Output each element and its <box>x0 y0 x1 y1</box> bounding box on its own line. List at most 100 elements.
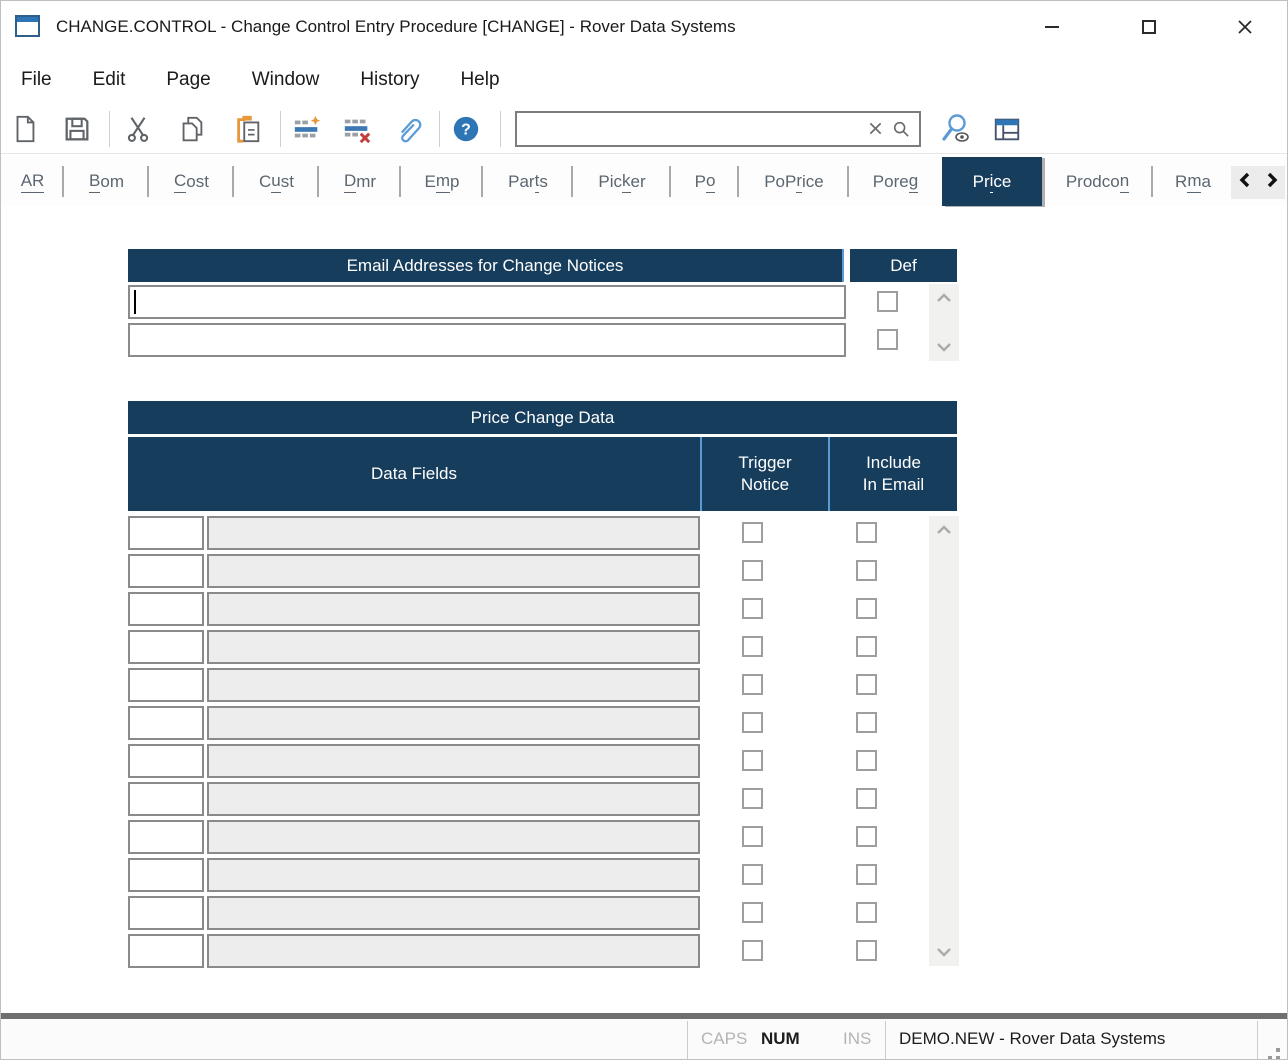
trigger-notice-checkbox[interactable] <box>742 788 763 809</box>
price-table-header: Price Change Data <box>128 401 957 434</box>
close-button[interactable] <box>1216 1 1274 53</box>
include-in-email-checkbox[interactable] <box>856 750 877 771</box>
data-field-code-input[interactable] <box>128 668 204 702</box>
data-field-code-input[interactable] <box>128 516 204 550</box>
include-in-email-checkbox[interactable] <box>856 636 877 657</box>
tab-po[interactable]: Po <box>671 157 739 206</box>
insert-row-button[interactable] <box>291 112 323 146</box>
trigger-notice-checkbox[interactable] <box>742 522 763 543</box>
include-in-email-checkbox[interactable] <box>856 712 877 733</box>
status-message: DEMO.NEW - Rover Data Systems <box>899 1019 1165 1060</box>
search-icon[interactable] <box>892 120 910 138</box>
menu-edit[interactable]: Edit <box>93 69 126 91</box>
include-in-email-checkbox[interactable] <box>856 788 877 809</box>
scroll-up-icon[interactable] <box>936 525 952 535</box>
trigger-notice-checkbox[interactable] <box>742 750 763 771</box>
menu-page[interactable]: Page <box>166 69 210 91</box>
paste-button[interactable] <box>232 112 264 146</box>
tab-prodcon[interactable]: Prodcon <box>1042 157 1153 206</box>
tab-cost[interactable]: Cost <box>149 157 234 206</box>
data-field-code-input[interactable] <box>128 554 204 588</box>
delete-row-button[interactable] <box>341 112 373 146</box>
data-field-code-input[interactable] <box>128 592 204 626</box>
include-in-email-checkbox[interactable] <box>856 560 877 581</box>
trigger-notice-checkbox[interactable] <box>742 598 763 619</box>
clear-search-icon[interactable] <box>868 121 883 136</box>
include-in-email-checkbox[interactable] <box>856 864 877 885</box>
def-checkbox[interactable] <box>877 291 898 312</box>
tab-poreg[interactable]: Poreg <box>849 157 942 206</box>
menu-history[interactable]: History <box>360 69 419 91</box>
scroll-down-icon[interactable] <box>936 342 952 352</box>
include-in-email-checkbox[interactable] <box>856 826 877 847</box>
price-grid-row <box>128 858 929 896</box>
tab-dmr[interactable]: Dmr <box>319 157 401 206</box>
tab-label: k <box>622 171 631 193</box>
window-icon[interactable] <box>15 15 40 37</box>
cut-button[interactable] <box>122 112 154 146</box>
new-document-button[interactable] <box>9 112 41 146</box>
price-grid-row <box>128 630 929 668</box>
email-address-input[interactable] <box>128 285 846 319</box>
data-field-description <box>207 744 700 778</box>
tab-label: g <box>909 171 918 193</box>
menu-window[interactable]: Window <box>252 69 320 91</box>
data-field-code-input[interactable] <box>128 934 204 968</box>
cut-icon <box>123 114 153 144</box>
copy-button[interactable] <box>176 112 208 146</box>
email-address-input[interactable] <box>128 323 846 357</box>
data-field-code-input[interactable] <box>128 630 204 664</box>
maximize-button[interactable] <box>1120 1 1178 53</box>
trigger-notice-checkbox[interactable] <box>742 864 763 885</box>
tab-price[interactable]: Price <box>942 157 1042 206</box>
tab-parts[interactable]: Parts <box>483 157 573 206</box>
include-in-email-checkbox[interactable] <box>856 522 877 543</box>
scroll-down-icon[interactable] <box>936 947 952 957</box>
record-lookup-button[interactable] <box>939 112 971 146</box>
data-field-code-input[interactable] <box>128 706 204 740</box>
save-button[interactable] <box>61 112 93 146</box>
def-checkbox[interactable] <box>877 329 898 350</box>
tab-picker[interactable]: Picker <box>573 157 671 206</box>
menu-file[interactable]: File <box>21 69 52 91</box>
trigger-notice-checkbox[interactable] <box>742 902 763 923</box>
trigger-notice-checkbox[interactable] <box>742 826 763 847</box>
tab-poprice[interactable]: PoPrice <box>739 157 849 206</box>
help-button[interactable]: ? <box>450 112 482 146</box>
trigger-notice-checkbox[interactable] <box>742 940 763 961</box>
data-field-description <box>207 630 700 664</box>
trigger-label-line1: Trigger <box>738 452 791 474</box>
tab-rma[interactable]: Rma <box>1153 157 1233 206</box>
include-in-email-checkbox[interactable] <box>856 598 877 619</box>
chevron-left-icon <box>1238 172 1252 188</box>
tab-bom[interactable]: Bom <box>64 157 149 206</box>
tab-label: B <box>89 171 100 193</box>
trigger-notice-checkbox[interactable] <box>742 674 763 695</box>
svg-text:?: ? <box>461 121 471 138</box>
attachment-button[interactable] <box>393 112 425 146</box>
tab-emp[interactable]: Emp <box>401 157 483 206</box>
minimize-button[interactable] <box>1023 1 1081 53</box>
toolbar-separator <box>439 111 440 147</box>
include-in-email-checkbox[interactable] <box>856 940 877 961</box>
scroll-up-icon[interactable] <box>936 293 952 303</box>
layout-button[interactable] <box>991 112 1023 146</box>
tab-ar[interactable]: AR <box>1 157 64 206</box>
tab-label: n <box>1120 171 1129 193</box>
resize-grip[interactable] <box>1276 1048 1280 1052</box>
trigger-notice-checkbox[interactable] <box>742 636 763 657</box>
data-field-code-input[interactable] <box>128 782 204 816</box>
trigger-notice-checkbox[interactable] <box>742 712 763 733</box>
data-field-code-input[interactable] <box>128 896 204 930</box>
search-input[interactable] <box>517 113 868 145</box>
data-field-code-input[interactable] <box>128 744 204 778</box>
menu-help[interactable]: Help <box>460 69 499 91</box>
scroll-tabs-left-button[interactable] <box>1238 172 1252 193</box>
trigger-notice-checkbox[interactable] <box>742 560 763 581</box>
data-field-code-input[interactable] <box>128 820 204 854</box>
tab-cust[interactable]: Cust <box>234 157 319 206</box>
include-in-email-checkbox[interactable] <box>856 674 877 695</box>
data-field-code-input[interactable] <box>128 858 204 892</box>
scroll-tabs-right-button[interactable] <box>1265 172 1279 193</box>
include-in-email-checkbox[interactable] <box>856 902 877 923</box>
